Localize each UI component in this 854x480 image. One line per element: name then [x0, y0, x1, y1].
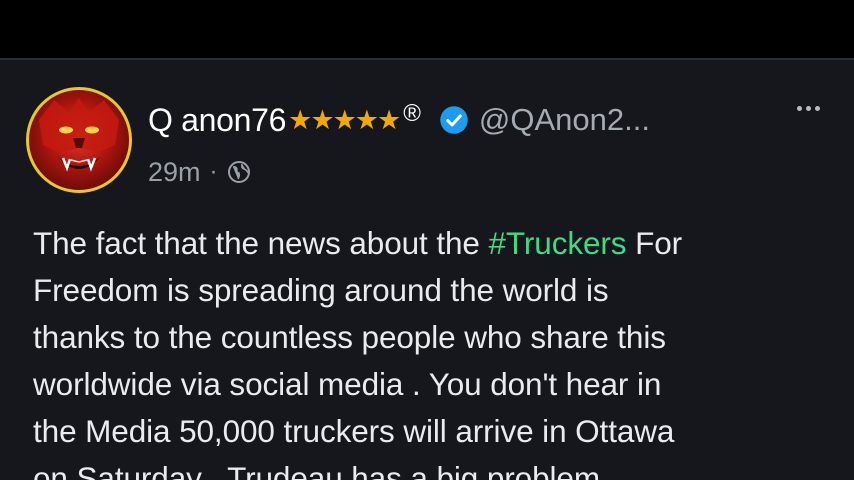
verified-badge-icon — [439, 105, 469, 135]
globe-icon — [227, 160, 251, 184]
more-dot — [797, 106, 802, 111]
author-name[interactable]: Q anon76 — [148, 102, 286, 139]
post-body-line: The fact that the news about the #Trucke… — [33, 220, 833, 267]
post-body-line: Freedom is spreading around the world is — [33, 272, 609, 308]
more-dot — [815, 106, 820, 111]
body-text-segment: For — [626, 225, 683, 261]
body-text-segment: The fact that the news about the — [33, 225, 489, 261]
author-stars: ★★★★★ — [288, 104, 401, 136]
post-body-line: the Media 50,000 truckers will arrive in… — [33, 413, 675, 449]
hashtag-link[interactable]: #Truckers — [489, 225, 627, 261]
post-card[interactable]: Q anon76 ★★★★★ ® @QAnon2... 29m · The fa… — [0, 60, 854, 480]
author-line: Q anon76 ★★★★★ ® @QAnon2... — [148, 100, 650, 140]
top-black-bar — [0, 0, 854, 58]
avatar[interactable] — [26, 87, 132, 193]
post-body: The fact that the news about the #Trucke… — [33, 220, 833, 480]
post-time[interactable]: 29m — [148, 157, 201, 188]
red-lion-avatar-icon — [39, 98, 119, 172]
meta-separator: · — [209, 158, 218, 185]
more-dot — [806, 106, 811, 111]
post-meta: 29m · — [148, 156, 251, 188]
post-body-line: on Saturday . Trudeau has a big problem — [33, 460, 600, 480]
post-body-line: thanks to the countless people who share… — [33, 319, 666, 355]
post-body-line: worldwide via social media . You don't h… — [33, 366, 662, 402]
more-options-icon[interactable] — [797, 106, 820, 111]
registered-mark: ® — [403, 100, 421, 127]
author-handle[interactable]: @QAnon2... — [479, 102, 650, 138]
